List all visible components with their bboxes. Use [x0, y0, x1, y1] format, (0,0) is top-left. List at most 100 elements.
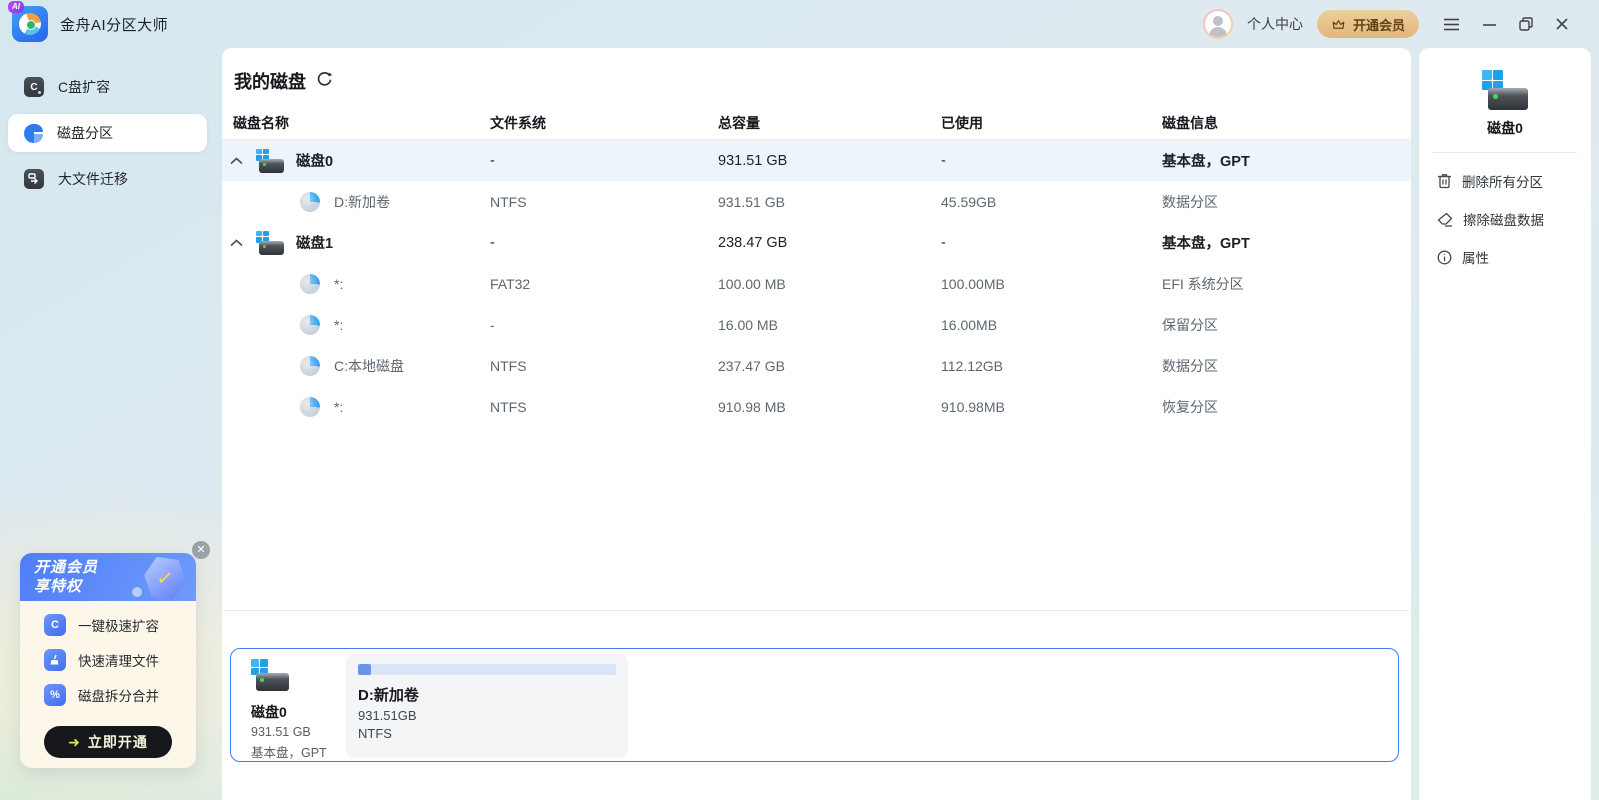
main-panel: 我的磁盘 磁盘名称 文件系统 总容量 已使用 磁盘信息 — [222, 48, 1411, 800]
row-total-capacity: 16.00 MB — [718, 317, 941, 333]
promo-badge-icon: ✓ — [140, 553, 190, 601]
row-total-capacity: 910.98 MB — [718, 399, 941, 415]
minimize-button[interactable] — [1482, 18, 1497, 31]
sidebar-item-label: 磁盘分区 — [57, 123, 113, 143]
disk-map-disk-info: 基本盘，GPT — [251, 742, 327, 761]
disk-icon — [256, 231, 284, 255]
row-filesystem: - — [490, 153, 718, 169]
profile-link[interactable]: 个人中心 — [1247, 14, 1303, 34]
trash-icon — [1437, 173, 1452, 189]
row-used: - — [941, 153, 1162, 169]
sidebar-item-big-file-migrate[interactable]: 大文件迁移 — [8, 160, 207, 198]
partition-pie-icon — [300, 192, 320, 212]
row-filesystem: NTFS — [490, 194, 718, 210]
row-name-cell: *: — [222, 315, 490, 335]
info-icon — [1437, 250, 1452, 265]
row-disk-info: 保留分区 — [1162, 315, 1411, 335]
section-divider — [222, 610, 1411, 611]
row-total-capacity: 100.00 MB — [718, 276, 941, 292]
sidebar: C C盘扩容 磁盘分区 大文件迁移 — [0, 48, 215, 206]
activate-now-button[interactable]: ➜ 立即开通 — [44, 726, 172, 758]
disk-icon — [251, 659, 289, 691]
membership-promo-card: ✕ 开通会员 享特权 ✓ C 一键极速扩容 快速清理文件 % 磁盘拆分合并 ➜ … — [20, 553, 196, 768]
sidebar-item-disk-partition[interactable]: 磁盘分区 — [8, 114, 207, 152]
chevron-up-icon[interactable] — [230, 239, 244, 247]
promo-title-line1: 开通会员 — [34, 559, 98, 577]
disk-icon — [256, 149, 284, 173]
table-row[interactable]: 磁盘0 - 931.51 GB - 基本盘，GPT — [222, 140, 1411, 181]
row-total-capacity: 237.47 GB — [718, 358, 941, 374]
crown-icon — [1331, 18, 1346, 31]
row-disk-info: 数据分区 — [1162, 356, 1411, 376]
row-used: - — [941, 235, 1162, 251]
row-total-capacity: 931.51 GB — [718, 153, 941, 169]
table-row[interactable]: C:本地磁盘 NTFS 237.47 GB 112.12GB 数据分区 — [222, 345, 1411, 386]
partition-pie-icon — [24, 124, 43, 143]
app-logo-icon: AI — [12, 6, 48, 42]
close-button[interactable] — [1555, 17, 1569, 31]
column-header-disk-name: 磁盘名称 — [222, 113, 490, 133]
menu-icon[interactable] — [1443, 18, 1460, 31]
promo-feature: 快速清理文件 — [44, 649, 196, 671]
divider — [1433, 152, 1577, 153]
row-disk-info: 数据分区 — [1162, 192, 1411, 212]
promo-feature: % 磁盘拆分合并 — [44, 684, 196, 706]
column-header-used: 已使用 — [941, 113, 1162, 133]
disk-map-disk-name: 磁盘0 — [251, 702, 327, 722]
sidebar-item-c-drive-expand[interactable]: C C盘扩容 — [8, 68, 207, 106]
row-name: *: — [334, 317, 343, 333]
sidebar-item-label: 大文件迁移 — [58, 169, 128, 189]
disk-actions-panel: 磁盘0 删除所有分区 擦除磁盘数据 属性 — [1419, 48, 1591, 800]
promo-header: 开通会员 享特权 ✓ — [20, 553, 196, 601]
upgrade-member-label: 开通会员 — [1353, 15, 1405, 34]
row-total-capacity: 931.51 GB — [718, 194, 941, 210]
row-filesystem: NTFS — [490, 358, 718, 374]
disk-map-partition-tile[interactable]: D:新加卷 931.51GB NTFS — [346, 654, 628, 758]
row-name-cell: D:新加卷 — [222, 192, 490, 212]
erase-disk-data-action[interactable]: 擦除磁盘数据 — [1419, 209, 1591, 229]
partition-name: D:新加卷 — [358, 684, 616, 705]
table-row[interactable]: D:新加卷 NTFS 931.51 GB 45.59GB 数据分区 — [222, 181, 1411, 222]
row-disk-info: EFI 系统分区 — [1162, 274, 1411, 294]
row-name: C:本地磁盘 — [334, 356, 404, 376]
row-disk-info: 基本盘，GPT — [1162, 150, 1411, 171]
row-name-cell: C:本地磁盘 — [222, 356, 490, 376]
row-disk-info: 恢复分区 — [1162, 397, 1411, 417]
table-row[interactable]: *: FAT32 100.00 MB 100.00MB EFI 系统分区 — [222, 263, 1411, 304]
partition-filesystem: NTFS — [358, 726, 616, 741]
row-total-capacity: 238.47 GB — [718, 235, 941, 251]
row-used: 100.00MB — [941, 276, 1162, 292]
table-row[interactable]: *: NTFS 910.98 MB 910.98MB 恢复分区 — [222, 386, 1411, 427]
delete-all-partitions-action[interactable]: 删除所有分区 — [1419, 171, 1591, 191]
disk-table-body: 磁盘0 - 931.51 GB - 基本盘，GPT D:新加卷 NTFS 931… — [222, 140, 1411, 427]
row-used: 112.12GB — [941, 358, 1162, 374]
partition-size: 931.51GB — [358, 708, 616, 723]
upgrade-member-button[interactable]: 开通会员 — [1317, 10, 1419, 38]
promo-close-icon[interactable]: ✕ — [192, 541, 210, 559]
sidebar-item-label: C盘扩容 — [58, 77, 110, 97]
avatar[interactable] — [1203, 9, 1233, 39]
arrow-icon: ➜ — [68, 734, 80, 751]
refresh-icon[interactable] — [316, 71, 333, 93]
expand-feature-icon: C — [44, 614, 66, 636]
usage-bar-fill — [358, 664, 371, 675]
disk-map-disk-summary: 磁盘0 931.51 GB 基本盘，GPT — [251, 659, 327, 761]
row-used: 910.98MB — [941, 399, 1162, 415]
eraser-icon — [1437, 212, 1453, 227]
logo-pie-icon — [19, 13, 41, 35]
partition-pie-icon — [300, 397, 320, 417]
properties-action[interactable]: 属性 — [1419, 247, 1591, 267]
page-title: 我的磁盘 — [234, 68, 306, 94]
row-filesystem: - — [490, 317, 718, 333]
row-name: 磁盘0 — [296, 150, 333, 171]
row-filesystem: - — [490, 235, 718, 251]
promo-title-line2: 享特权 — [34, 578, 82, 596]
usage-bar-track — [358, 664, 616, 675]
maximize-restore-button[interactable] — [1519, 17, 1533, 31]
column-header-disk-info: 磁盘信息 — [1162, 113, 1411, 133]
table-row[interactable]: *: - 16.00 MB 16.00MB 保留分区 — [222, 304, 1411, 345]
chevron-up-icon[interactable] — [230, 157, 244, 165]
split-merge-feature-icon: % — [44, 684, 66, 706]
table-row[interactable]: 磁盘1 - 238.47 GB - 基本盘，GPT — [222, 222, 1411, 263]
partition-pie-icon — [300, 356, 320, 376]
